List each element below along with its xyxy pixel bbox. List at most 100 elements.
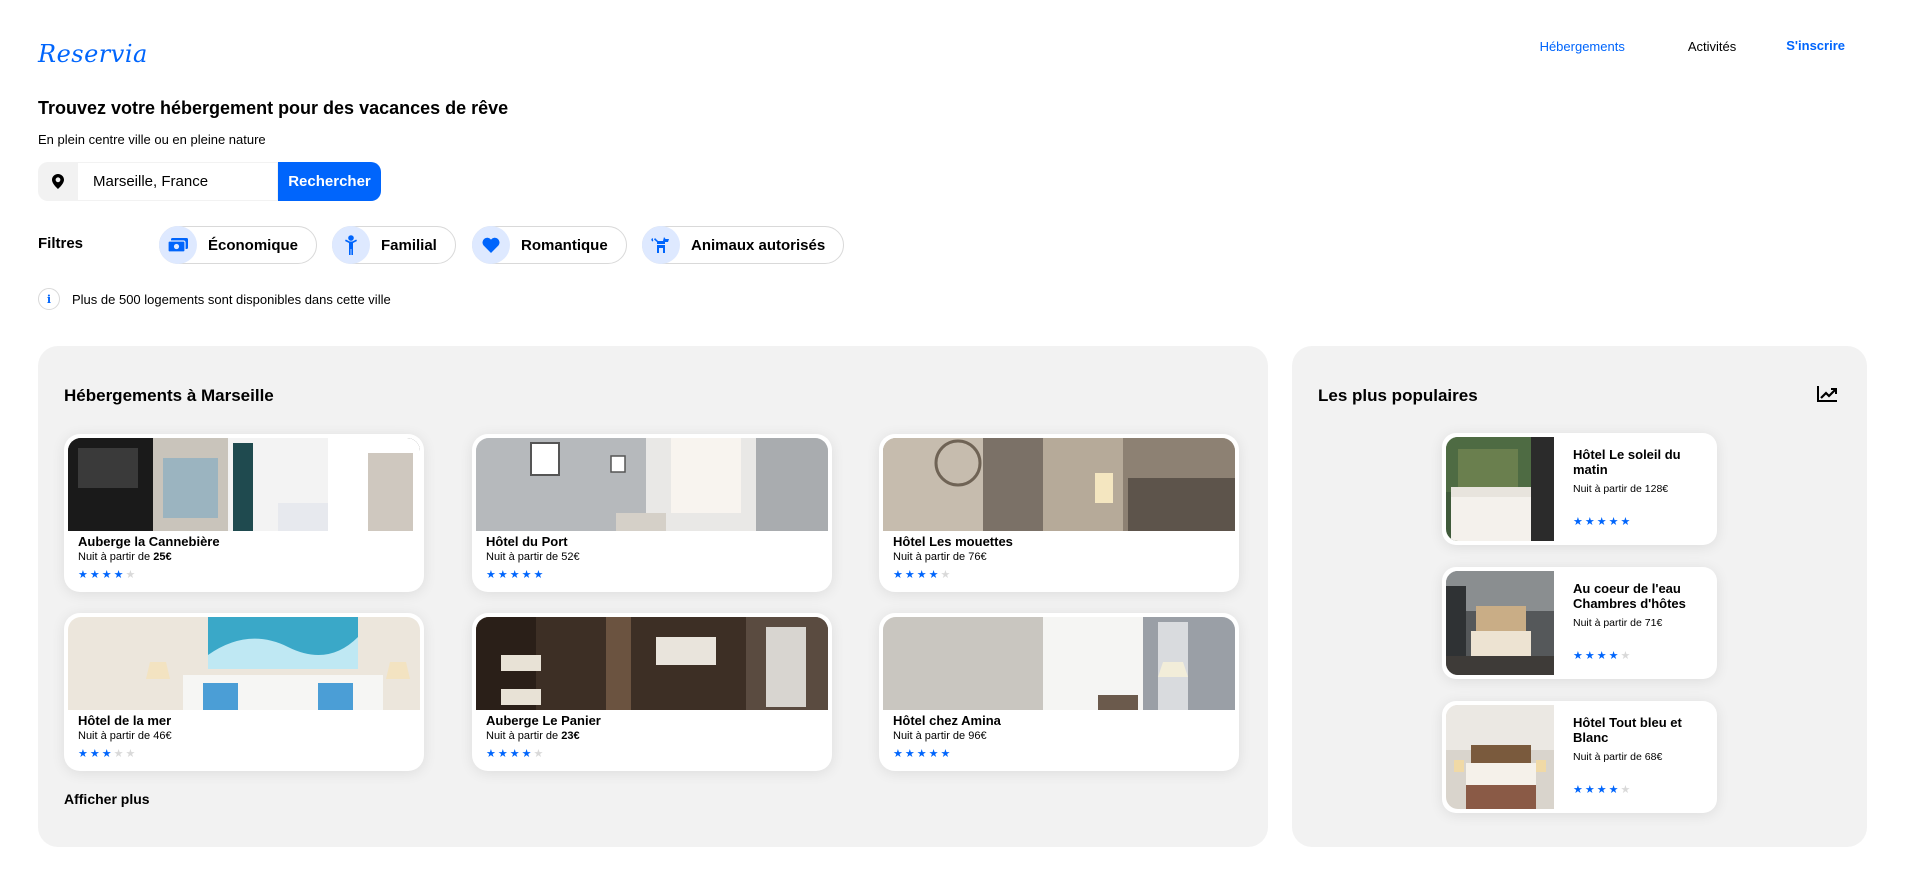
listing-price: Nuit à partir de 46€ [78,730,172,742]
popular-name: Au coeur de l'eau Chambres d'hôtes [1573,581,1686,611]
filter-familial[interactable]: Familial [332,226,456,264]
star-icon: ★ [521,748,532,760]
listing-photo [883,438,1235,531]
info-banner: i Plus de 500 logements sont disponibles… [38,288,391,310]
star-icon: ★ [1584,650,1595,662]
star-icon: ★ [893,748,903,760]
listing-price: Nuit à partir de 76€ [893,551,987,563]
page-title: Trouvez votre hébergement pour des vacan… [38,98,509,118]
show-more-link[interactable]: Afficher plus [64,791,150,807]
star-icon: ★ [113,569,124,581]
star-icon: ★ [89,748,100,760]
star-icon: ★ [497,748,508,760]
star-icon: ★ [916,569,927,581]
listing-card[interactable]: Hôtel du Port Nuit à partir de 52€ ★ ★ ★ ★ ★ [472,434,832,592]
star-icon: ★ [1596,650,1607,662]
filter-romantique[interactable]: Romantique [472,226,627,264]
popular-price: Nuit à partir de 128€ [1573,483,1669,495]
popular-card[interactable]: Au coeur de l'eau Chambres d'hôtes Nuit … [1442,567,1717,679]
star-icon: ★ [486,748,496,760]
star-icon: ★ [1608,784,1619,796]
star-icon: ★ [928,569,939,581]
rating-stars: ★ ★ ★ ★ ★ [486,570,828,581]
listing-card[interactable]: Hôtel Les mouettes Nuit à partir de 76€ … [879,434,1239,592]
star-icon: ★ [1620,516,1631,528]
nav-activites[interactable]: Activités [1688,39,1736,54]
listing-photo [68,617,420,710]
listing-photo [883,617,1235,710]
money-icon [159,226,197,264]
star-icon: ★ [78,569,88,581]
listing-card[interactable]: Hôtel de la mer Nuit à partir de 46€ ★ ★ ★… [64,613,424,771]
star-icon: ★ [486,569,496,581]
rating-stars: ★ ★ ★ ★ ★ [1573,517,1630,528]
info-text: Plus de 500 logements sont disponibles d… [72,291,391,307]
nav-signup[interactable]: S'inscrire [1786,38,1845,53]
popular-card[interactable]: Hôtel Tout bleu et Blanc Nuit à partir d… [1442,701,1717,813]
star-icon: ★ [940,748,951,760]
listing-name: Hôtel du Port [486,534,568,549]
star-icon: ★ [78,748,88,760]
search-button[interactable]: Rechercher [278,162,381,201]
filter-label: Économique [208,236,299,254]
popular-price: Nuit à partir de 71€ [1573,617,1663,629]
star-icon: ★ [1620,784,1631,796]
star-icon: ★ [1620,650,1631,662]
filter-label: Romantique [521,236,608,254]
star-icon: ★ [904,748,915,760]
star-icon: ★ [521,569,532,581]
dog-icon [642,226,680,264]
star-icon: ★ [509,569,520,581]
filter-animaux[interactable]: Animaux autorisés [642,226,845,264]
star-icon: ★ [509,748,520,760]
listing-name: Hôtel de la mer [78,713,172,728]
star-icon: ★ [1573,516,1583,528]
nav-hebergements[interactable]: Hébergements [1540,39,1625,54]
popular-card[interactable]: Hôtel Le soleil du matin Nuit à partir d… [1442,433,1717,545]
popular-name: Hôtel Tout bleu et Blanc [1573,715,1682,745]
listing-price: Nuit à partir de 23€ [486,730,580,742]
rating-stars: ★ ★ ★ ★ ★ [1573,785,1630,796]
child-icon [332,226,370,264]
star-icon: ★ [893,569,903,581]
star-icon: ★ [1596,784,1607,796]
star-icon: ★ [533,748,544,760]
search-input[interactable] [78,162,278,201]
listing-photo [476,617,828,710]
popular-name: Hôtel Le soleil du matin [1573,447,1681,477]
filter-label: Familial [381,236,437,254]
star-icon: ★ [113,748,124,760]
listing-name: Auberge Le Panier [486,713,601,728]
trend-chart-icon [1817,386,1837,407]
listing-card[interactable]: Auberge la Cannebière Nuit à partir de 2… [64,434,424,592]
listing-photo [68,438,420,531]
popular-title: Les plus populaires [1318,386,1478,405]
listing-name: Hôtel Les mouettes [893,534,1013,549]
rating-stars: ★ ★ ★ ★ ★ [893,749,1235,760]
page-subtitle: En plein centre ville ou en pleine natur… [38,132,266,147]
star-icon: ★ [904,569,915,581]
star-icon: ★ [101,569,112,581]
listing-name: Hôtel chez Amina [893,713,1001,728]
star-icon: ★ [533,569,544,581]
listings-panel: Hébergements à Marseille Auberge la Cann… [38,346,1268,847]
listing-name: Auberge la Cannebière [78,534,220,549]
listing-price: Nuit à partir de 96€ [893,730,987,742]
star-icon: ★ [928,748,939,760]
filter-economique[interactable]: Économique [159,226,318,264]
rating-stars: ★ ★ ★ ★ ★ [78,749,420,760]
info-icon: i [38,288,60,310]
listing-card[interactable]: Auberge Le Panier Nuit à partir de 23€ ★… [472,613,832,771]
star-icon: ★ [1573,784,1583,796]
listing-photo [476,438,828,531]
popular-panel: Les plus populaires Hôtel Le soleil du m… [1292,346,1867,847]
location-pin-icon [38,162,78,201]
popular-photo [1446,437,1554,541]
reservia-logo[interactable]: Reservia [38,40,148,68]
main-nav: Hébergements Activités S'inscrire [1540,38,1845,55]
star-icon: ★ [125,569,136,581]
popular-price: Nuit à partir de 68€ [1573,751,1663,763]
star-icon: ★ [101,748,112,760]
star-icon: ★ [89,569,100,581]
listing-card[interactable]: Hôtel chez Amina Nuit à partir de 96€ ★ ★… [879,613,1239,771]
